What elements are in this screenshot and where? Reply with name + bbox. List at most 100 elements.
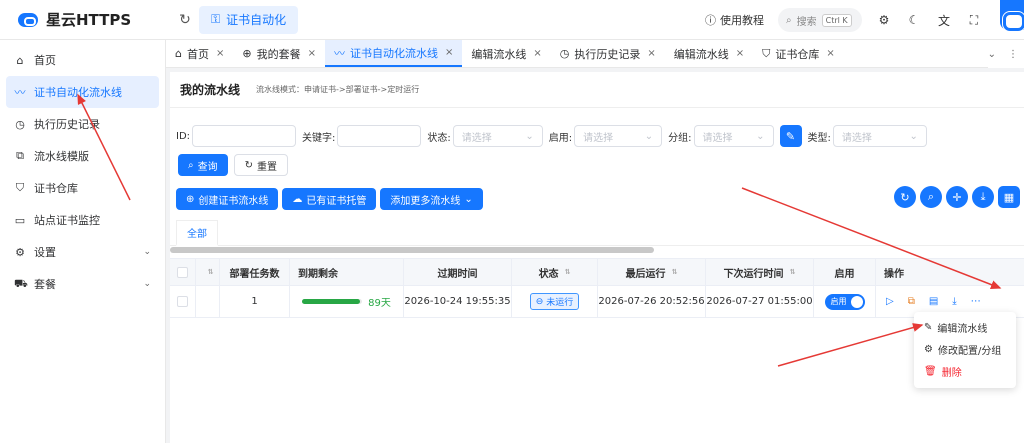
close-icon[interactable]: × bbox=[216, 48, 224, 59]
top-bar: 星云HTTPS ↻ ⚿ 证书自动化 ⓘ 使用教程 ⌕ 搜索 Ctrl K ⚙ ☾… bbox=[0, 0, 1024, 40]
col-next-run[interactable]: 下次运行时间 ⇅ bbox=[706, 259, 814, 285]
tab-pipeline[interactable]: 〰 证书自动化流水线 × bbox=[324, 40, 463, 67]
global-search[interactable]: ⌕ 搜索 Ctrl K bbox=[778, 8, 862, 32]
history-icon: ◷ bbox=[559, 47, 570, 60]
tab-home[interactable]: ⌂ 首页 × bbox=[166, 40, 233, 67]
reset-icon: ↻ bbox=[244, 159, 253, 171]
sidebar-item-cert-store[interactable]: ⛉ 证书仓库 bbox=[6, 172, 159, 204]
run-icon[interactable]: ▷ bbox=[886, 296, 894, 307]
chevron-down-icon: ⌄ bbox=[909, 130, 918, 142]
pipeline-icon: 〰 bbox=[14, 86, 26, 99]
query-button[interactable]: ⌕ 查询 bbox=[178, 154, 228, 176]
export-icon[interactable]: ⤓ bbox=[972, 186, 994, 208]
enabled-toggle[interactable]: 启用 bbox=[824, 293, 865, 310]
pipeline-icon: 〰 bbox=[333, 46, 345, 60]
close-icon[interactable]: × bbox=[445, 47, 453, 58]
chevron-down-icon[interactable]: ⌄ bbox=[988, 49, 996, 60]
edit-pipeline-menu-item[interactable]: ✎ 编辑流水线 bbox=[914, 316, 1016, 338]
tab-history[interactable]: ◷ 执行历史记录 × bbox=[551, 40, 665, 67]
user-avatar[interactable] bbox=[1000, 0, 1024, 31]
more-actions-dropdown: ✎ 编辑流水线 ⚙ 修改配置/分组 🗑 删除 bbox=[914, 312, 1016, 388]
progress-track bbox=[302, 299, 363, 304]
table-tools: ↻ ⌕ ✛ ⤓ ▦ bbox=[894, 186, 1020, 208]
close-icon[interactable]: × bbox=[533, 48, 541, 59]
help-link[interactable]: ⓘ 使用教程 bbox=[705, 12, 764, 28]
tab-my-package[interactable]: ⊕ 我的套餐 × bbox=[233, 40, 325, 67]
trash-icon: 🗑 bbox=[924, 365, 937, 377]
operation-icons: ▷ ⧉ ▤ ⤓ ⋯ bbox=[876, 296, 981, 307]
cell-last-run: 2026-07-26 20:52:56 bbox=[598, 286, 706, 317]
tab-all[interactable]: 全部 bbox=[176, 220, 218, 246]
template-icon: ⧉ bbox=[16, 149, 24, 162]
enabled-select[interactable]: 请选择 ⌄ bbox=[574, 125, 663, 147]
col-expire-time[interactable]: 过期时间 bbox=[404, 259, 512, 285]
add-more-pipeline-button[interactable]: 添加更多流水线 ⌄ bbox=[380, 188, 483, 210]
sidebar-item-template[interactable]: ⧉ 流水线模版 bbox=[6, 140, 159, 172]
tab-cert-store[interactable]: ⛉ 证书仓库 × bbox=[753, 40, 844, 67]
copy-icon[interactable]: ⧉ bbox=[908, 296, 915, 307]
keyword-input[interactable] bbox=[337, 125, 422, 147]
download-icon[interactable]: ⤓ bbox=[952, 296, 956, 307]
row-checkbox[interactable] bbox=[170, 286, 196, 317]
search-icon[interactable]: ⌕ bbox=[920, 186, 942, 208]
create-pipeline-button[interactable]: ⊕ 创建证书流水线 bbox=[176, 188, 279, 210]
edit-icon: ✎ bbox=[924, 321, 933, 333]
keyword-label: 关键字: bbox=[302, 132, 336, 144]
top-right-tools: ⓘ 使用教程 ⌕ 搜索 Ctrl K ⚙ ☾ 文 ⛶ bbox=[705, 0, 1024, 40]
close-icon[interactable]: × bbox=[308, 48, 316, 59]
sidebar-item-settings[interactable]: ⚙ 设置 ⌄ bbox=[6, 236, 159, 268]
tab-edit-pipeline[interactable]: 编辑流水线 × bbox=[462, 40, 550, 67]
minus-circle-icon: ⊖ bbox=[535, 296, 544, 307]
hosted-cert-button[interactable]: ☁ 已有证书托管 bbox=[282, 188, 377, 210]
refresh-icon[interactable]: ↻ bbox=[894, 186, 916, 208]
close-icon[interactable]: × bbox=[826, 48, 834, 59]
config-group-menu-item[interactable]: ⚙ 修改配置/分组 bbox=[914, 338, 1016, 360]
sidebar-item-package[interactable]: ⛟ 套餐 ⌄ bbox=[6, 268, 159, 300]
col-deploy-count: 部署任务数 bbox=[220, 259, 290, 285]
tab-edit-pipeline-2[interactable]: 编辑流水线 × bbox=[665, 40, 753, 67]
cell-status: ⊖ 未运行 bbox=[512, 286, 598, 317]
pipeline-table: ⇅ 部署任务数 到期剩余 过期时间 状态 ⇅ 最后运行 ⇅ 下次运行时间 ⇅ 启用 操… bbox=[170, 258, 1024, 318]
close-icon[interactable]: × bbox=[647, 48, 655, 59]
status-tabs: 全部 bbox=[170, 220, 1024, 246]
more-icon[interactable]: ⋯ bbox=[971, 296, 981, 307]
enabled-label: 启用: bbox=[548, 132, 573, 144]
fullscreen-icon[interactable]: ⛶ bbox=[966, 13, 982, 28]
sort-icon[interactable]: ⇅ bbox=[196, 259, 220, 285]
sidebar-item-home[interactable]: ⌂ 首页 bbox=[6, 44, 159, 76]
sidebar-item-pipeline[interactable]: 〰 证书自动化流水线 bbox=[6, 76, 159, 108]
columns-icon[interactable]: ▦ bbox=[998, 186, 1020, 208]
table-row: 1 89天 2026-10-24 19:55:35 ⊖ 未运行 2026-07-… bbox=[170, 286, 1024, 318]
status-select[interactable]: 请选择 ⌄ bbox=[452, 125, 543, 147]
reset-button[interactable]: ↻ 重置 bbox=[233, 154, 288, 176]
id-input[interactable] bbox=[192, 125, 297, 147]
select-all-checkbox[interactable] bbox=[170, 259, 196, 285]
edit-group-button[interactable]: ✎ bbox=[779, 125, 802, 147]
col-status[interactable]: 状态 ⇅ bbox=[512, 259, 598, 285]
move-icon[interactable]: ✛ bbox=[946, 186, 968, 208]
detail-icon[interactable]: ▤ bbox=[929, 296, 938, 307]
status-badge: ⊖ 未运行 bbox=[529, 293, 580, 310]
app-logo[interactable]: 星云HTTPS bbox=[0, 9, 165, 30]
current-route-button[interactable]: ⚿ 证书自动化 bbox=[199, 5, 299, 34]
delete-menu-item[interactable]: 🗑 删除 bbox=[914, 360, 1016, 382]
expire-days: 89天 bbox=[368, 298, 391, 309]
horizontal-scrollbar[interactable] bbox=[170, 247, 654, 253]
refresh-icon[interactable]: ↻ bbox=[171, 12, 199, 28]
col-last-run[interactable]: 最后运行 ⇅ bbox=[598, 259, 706, 285]
group-select[interactable]: 请选择 ⌄ bbox=[693, 125, 774, 147]
sidebar-item-history[interactable]: ◷ 执行历史记录 bbox=[6, 108, 159, 140]
page-tabs: ⌂ 首页 × ⊕ 我的套餐 × 〰 证书自动化流水线 × 编辑流水线 × ◷ 执… bbox=[166, 40, 1024, 68]
sidebar-item-site-monitor[interactable]: ▭ 站点证书监控 bbox=[6, 204, 159, 236]
shield-icon: ⛉ bbox=[762, 46, 771, 60]
history-icon: ◷ bbox=[15, 117, 25, 131]
col-operations: 操作 bbox=[884, 268, 904, 280]
translate-icon[interactable]: 文 bbox=[936, 12, 952, 29]
cart-icon: ⛟ bbox=[14, 276, 28, 290]
dark-mode-icon[interactable]: ☾ bbox=[906, 13, 922, 27]
type-select[interactable]: 请选择 ⌄ bbox=[832, 125, 927, 147]
cell-next-run: 2026-07-27 01:55:00 bbox=[706, 286, 814, 317]
split-icon[interactable]: ⋮ bbox=[1008, 49, 1018, 60]
settings-gear-icon[interactable]: ⚙ bbox=[876, 13, 892, 27]
close-icon[interactable]: × bbox=[736, 48, 744, 59]
